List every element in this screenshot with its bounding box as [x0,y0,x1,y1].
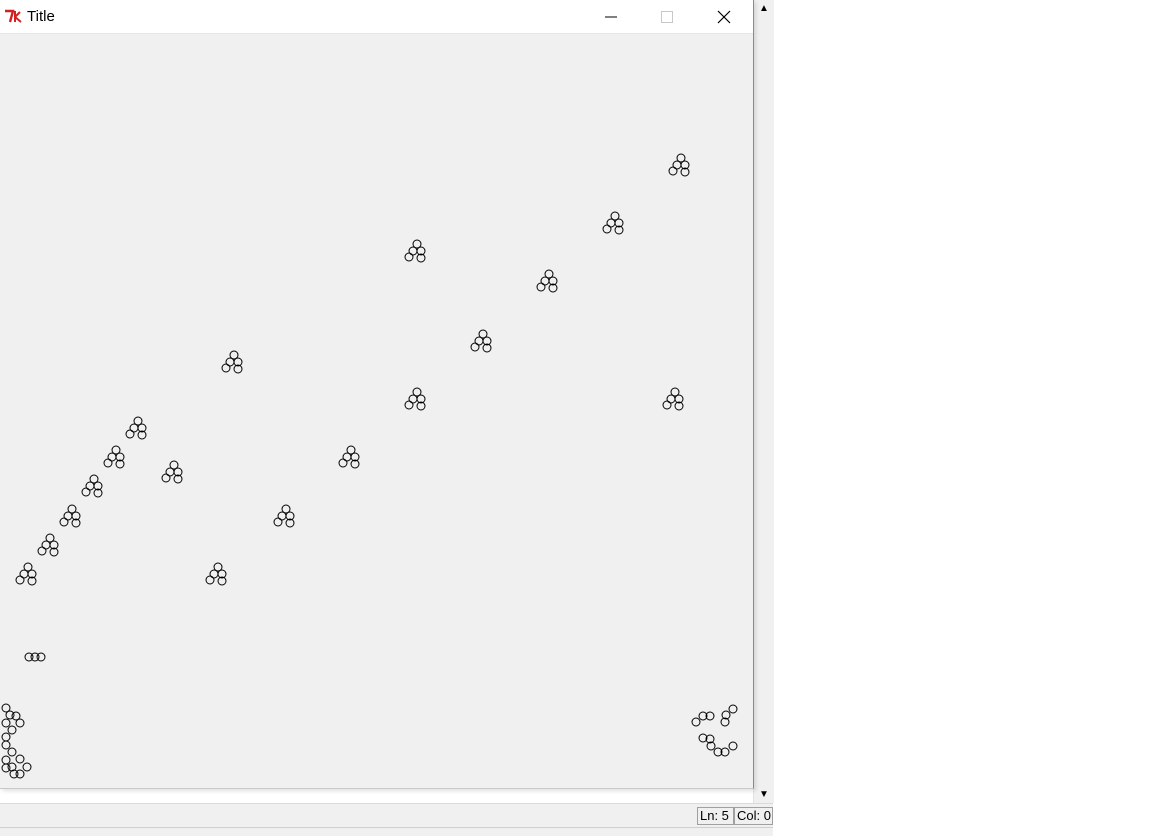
canvas-circle [107,452,117,462]
canvas-circle [19,569,29,579]
canvas-circle [205,575,215,585]
canvas-circle [540,276,550,286]
canvas-circle [15,575,25,585]
canvas-circle [63,511,73,521]
status-bar: Ln: 5 Col: 0 [0,803,773,828]
canvas-circle [408,246,418,256]
canvas-circle [209,569,219,579]
canvas-circle [728,704,738,714]
canvas-circle [536,282,546,292]
canvas-circle [342,452,352,462]
minimize-icon [605,16,617,17]
tk-feather-icon [5,9,22,23]
canvas-circle [103,458,113,468]
canvas-circle [221,363,231,373]
canvas-circle [1,763,11,773]
canvas-circle [602,224,612,234]
tk-window: Title [0,0,754,789]
canvas-circle [666,394,676,404]
canvas-circle [728,741,738,751]
window-title: Title [27,8,55,25]
canvas-circle [15,718,25,728]
canvas-circle [81,487,91,497]
close-button[interactable] [696,0,752,33]
canvas-circle [36,652,46,662]
minimize-button[interactable] [583,0,639,33]
canvas-circle [129,423,139,433]
canvas-circle [165,467,175,477]
canvas-circle [474,336,484,346]
canvas-circle [161,473,171,483]
canvas-circle [662,400,672,410]
canvas-circle [125,429,135,439]
canvas-circle [37,546,47,556]
canvas-circle [404,252,414,262]
canvas-circle [41,540,51,550]
canvas-circle [1,755,11,765]
canvas-circle [225,357,235,367]
circle-drawing [1,153,738,779]
vertical-scrollbar[interactable]: ▲ ▼ [753,0,774,803]
canvas-circle [668,166,678,176]
canvas-circle [470,342,480,352]
canvas-circle [691,717,701,727]
canvas-circle [85,481,95,491]
canvas-circle [404,400,414,410]
column-number-status: Col: 0 [734,807,773,825]
canvas-circle [7,725,17,735]
canvas-circle [1,732,11,742]
canvas-circle [606,218,616,228]
canvas-circle [273,517,283,527]
title-bar[interactable]: Title [0,0,753,34]
canvas-circle [9,769,19,779]
canvas-circle [15,754,25,764]
canvas-circle [408,394,418,404]
canvas-circle [59,517,69,527]
canvas-circle [1,740,11,750]
line-number-status: Ln: 5 [697,807,734,825]
maximize-icon [661,10,673,23]
canvas-circle [7,747,17,757]
canvas-circle [277,511,287,521]
scroll-down-icon[interactable]: ▼ [754,786,774,803]
close-icon [717,10,731,23]
scroll-up-icon[interactable]: ▲ [754,0,774,17]
canvas-circle [338,458,348,468]
maximize-button[interactable] [639,0,695,33]
canvas-circle [1,718,11,728]
canvas-circle [672,160,682,170]
canvas-circle [22,762,32,772]
tk-canvas[interactable] [0,34,753,788]
